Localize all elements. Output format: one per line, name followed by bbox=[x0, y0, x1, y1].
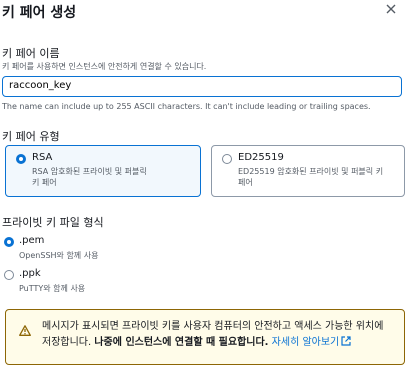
rsa-description: RSA 암호화된 프라이빗 및 퍼블릭 키 페어 bbox=[32, 167, 147, 187]
key-name-description: 키 페어를 사용하면 인스턴스에 안전하게 연결할 수 있습니다. bbox=[2, 62, 207, 71]
warning-alert: 메시지가 표시되면 프라이빗 키를 사용자 컴퓨터의 안전하고 액세스 가능한 … bbox=[5, 309, 405, 365]
ed25519-radio[interactable] bbox=[222, 154, 232, 164]
rsa-radio[interactable] bbox=[16, 154, 26, 164]
ed25519-description: ED25519 암호화된 프라이빗 및 퍼블릭 키 페어 bbox=[238, 167, 384, 187]
key-name-input[interactable]: raccoon_key bbox=[2, 76, 402, 97]
alert-message: 메시지가 표시되면 프라이빗 키를 사용자 컴퓨터의 안전하고 액세스 가능한 … bbox=[42, 319, 390, 351]
external-link-icon[interactable] bbox=[341, 336, 351, 346]
learn-more-link[interactable]: 자세히 알아보기 bbox=[272, 337, 340, 348]
warning-icon bbox=[19, 325, 31, 336]
dialog-title: 키 페어 생성 bbox=[2, 5, 77, 21]
key-name-label: 키 페어 이름 bbox=[2, 47, 60, 60]
ppk-description: PuTTY와 함께 사용 bbox=[19, 284, 86, 293]
rsa-title: RSA bbox=[32, 152, 53, 163]
file-format-label: 프라이빗 키 파일 형식 bbox=[2, 216, 104, 229]
pem-description: OpenSSH와 함께 사용 bbox=[19, 251, 99, 260]
key-type-option-ed25519[interactable]: ED25519 ED25519 암호화된 프라이빗 및 퍼블릭 키 페어 bbox=[211, 145, 405, 197]
dialog-header: 키 페어 생성 bbox=[0, 0, 406, 26]
alert-bold-text: 나중에 인스턴스에 연결할 때 필요합니다. bbox=[94, 337, 269, 348]
ed25519-title: ED25519 bbox=[238, 152, 284, 163]
key-type-label: 키 페어 유형 bbox=[2, 130, 60, 143]
ppk-radio[interactable] bbox=[4, 270, 14, 280]
ppk-title[interactable]: .ppk bbox=[19, 268, 41, 279]
pem-radio[interactable] bbox=[4, 237, 14, 247]
key-type-option-rsa[interactable]: RSA RSA 암호화된 프라이빗 및 퍼블릭 키 페어 bbox=[5, 145, 201, 197]
pem-title[interactable]: .pem bbox=[19, 235, 44, 246]
key-name-constraint: The name can include up to 255 ASCII cha… bbox=[2, 102, 371, 111]
close-icon[interactable] bbox=[384, 2, 398, 16]
